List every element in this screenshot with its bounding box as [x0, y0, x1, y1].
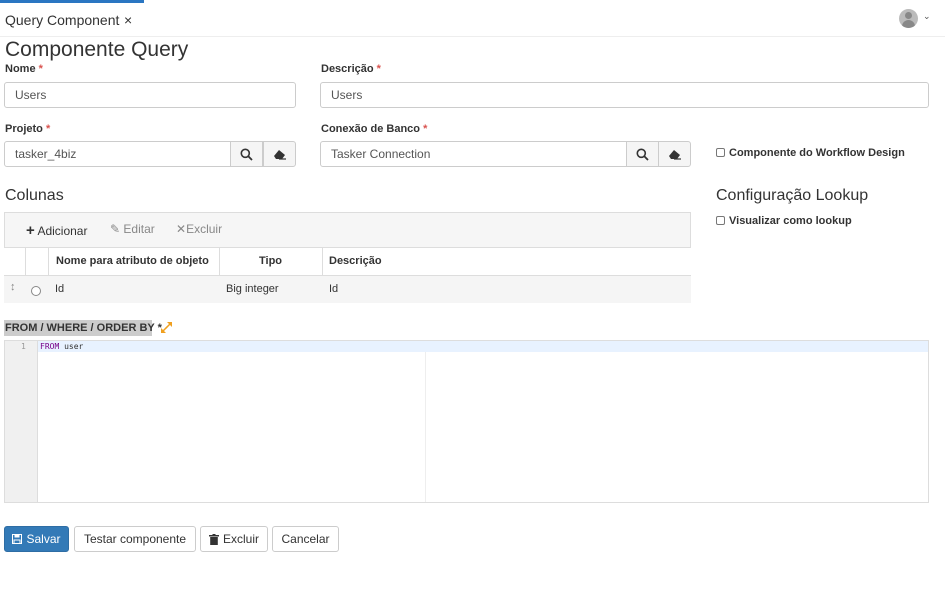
eraser-icon: [668, 150, 681, 160]
projeto-search-button[interactable]: [230, 141, 263, 167]
user-avatar-icon[interactable]: [899, 9, 918, 28]
lookup-title: Configuração Lookup: [716, 187, 869, 204]
tab-bar: Query Component × ⌄: [0, 0, 945, 37]
trash-icon: [208, 533, 219, 545]
edit-column-button[interactable]: ✎ Editar: [110, 222, 155, 236]
projeto-label: Projeto *: [5, 123, 51, 135]
sql-text: user: [64, 342, 84, 351]
delete-button[interactable]: Excluir: [200, 526, 268, 552]
add-column-button[interactable]: + Adicionar: [26, 222, 87, 239]
expand-icon[interactable]: [160, 321, 173, 334]
header-descricao[interactable]: Descrição: [329, 255, 382, 267]
cell-tipo: Big integer: [226, 283, 279, 295]
move-icon[interactable]: ↕: [10, 281, 16, 293]
query-label: FROM / WHERE / ORDER BY *: [5, 322, 162, 334]
pencil-icon: ✎: [110, 222, 121, 236]
conexao-search-button[interactable]: [626, 141, 659, 167]
nome-input[interactable]: Users: [4, 82, 296, 108]
search-icon: [636, 148, 649, 161]
editor-gutter: [5, 341, 38, 502]
cell-nome: Id: [55, 283, 65, 295]
workflow-design-checkbox[interactable]: [716, 148, 725, 157]
cell-descricao: Id: [329, 283, 339, 295]
times-icon: ✕: [176, 222, 187, 236]
lookup-label: Visualizar como lookup: [729, 215, 852, 227]
conexao-label: Conexão de Banco *: [321, 123, 428, 135]
test-component-button[interactable]: Testar componente: [74, 526, 196, 552]
print-margin: [425, 352, 426, 502]
cancel-button[interactable]: Cancelar: [272, 526, 339, 552]
workflow-design-label: Componente do Workflow Design: [729, 147, 905, 159]
descricao-label: Descrição *: [321, 63, 381, 75]
colunas-title: Colunas: [5, 187, 64, 204]
projeto-input[interactable]: tasker_4biz: [4, 141, 231, 167]
conexao-clear-button[interactable]: [658, 141, 691, 167]
tab-close-icon[interactable]: ×: [124, 12, 132, 28]
nome-label: Nome *: [5, 63, 43, 75]
plus-icon: +: [26, 222, 35, 239]
lookup-checkbox[interactable]: [716, 216, 725, 225]
active-line: [38, 341, 928, 352]
tab-query-component[interactable]: Query Component ×: [0, 0, 144, 36]
code-line[interactable]: FROM user: [40, 342, 83, 351]
query-editor[interactable]: 1 FROM user: [4, 340, 929, 503]
delete-column-button[interactable]: ✕Excluir: [176, 222, 222, 236]
eraser-icon: [273, 150, 286, 160]
row-radio[interactable]: [31, 286, 41, 296]
save-icon: [12, 534, 23, 544]
search-icon: [240, 148, 253, 161]
header-nome[interactable]: Nome para atributo de objeto: [56, 255, 209, 267]
conexao-input[interactable]: Tasker Connection: [320, 141, 627, 167]
chevron-down-icon[interactable]: ⌄: [923, 11, 931, 22]
tab-label: Query Component: [5, 12, 120, 28]
sql-keyword: FROM: [40, 342, 60, 351]
descricao-input[interactable]: Users: [320, 82, 929, 108]
table-row[interactable]: [4, 276, 691, 303]
line-number: 1: [21, 342, 26, 351]
page-title: Componente Query: [5, 38, 189, 61]
projeto-clear-button[interactable]: [263, 141, 296, 167]
header-tipo[interactable]: Tipo: [259, 255, 282, 267]
save-button[interactable]: Salvar: [4, 526, 69, 552]
